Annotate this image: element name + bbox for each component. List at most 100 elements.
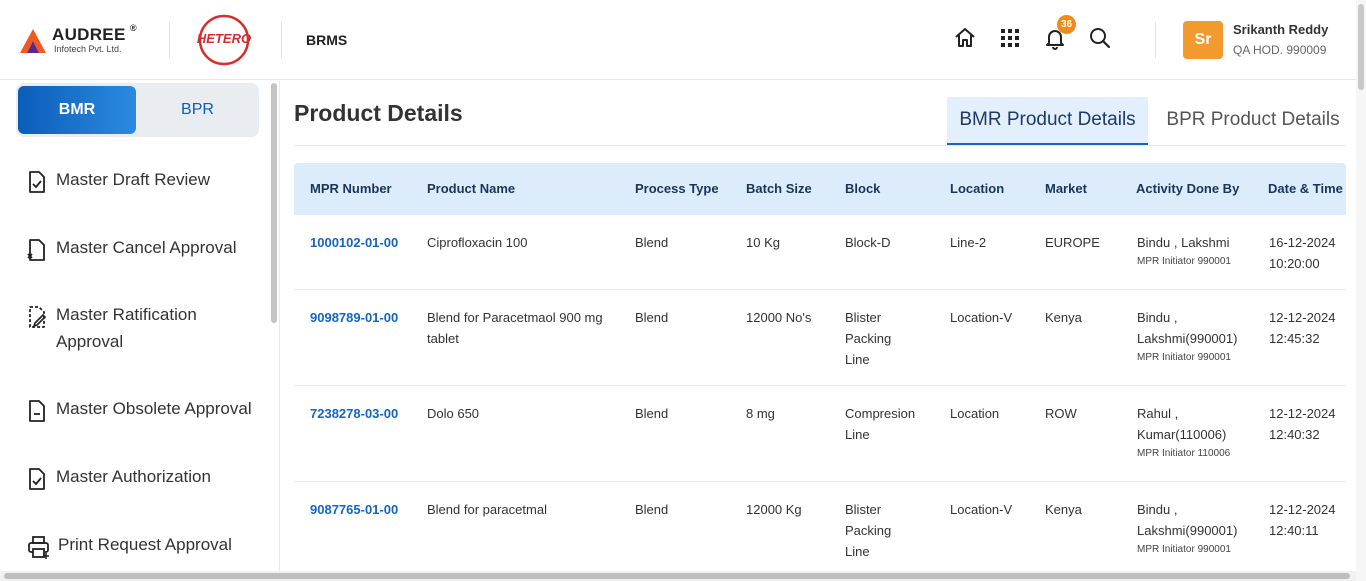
market: Kenya [1045,502,1082,517]
batch-size: 8 mg [746,406,775,421]
activity-done-by: Bindu , Lakshmi(990001) MPR Initiator 99… [1137,499,1247,559]
sidebar-item-label: Master Draft Review [56,170,210,189]
toggle-bmr[interactable]: BMR [18,86,136,134]
tab-bmr-product-details[interactable]: BMR Product Details [947,97,1148,146]
page-vertical-scrollbar[interactable] [1356,0,1366,581]
table-row[interactable]: 7238278-03-00 Dolo 650 Blend 8 mg Compre… [294,386,1346,482]
column-header[interactable]: Process Type [635,181,719,196]
doc-cancel-icon [27,239,45,261]
avatar[interactable]: Sr [1183,21,1223,59]
process-type: Blend [635,406,669,421]
page-title: Product Details [294,100,463,126]
search-icon[interactable] [1088,26,1112,50]
notification-badge: 36 [1057,15,1076,34]
market: Kenya [1045,310,1082,325]
mpr-number-link[interactable]: 1000102-01-00 [310,232,398,253]
doc-edit-icon [29,306,47,328]
bmr-bpr-toggle: BMR BPR [16,83,259,137]
location: Location-V [950,310,1013,325]
location: Location [950,406,1000,421]
tab-divider [294,145,1346,146]
audree-logo-icon [20,29,46,53]
header-divider [169,22,170,58]
activity-user: Bindu , Lakshmi [1137,235,1230,250]
user-role: QA HOD. 990009 [1233,43,1327,57]
batch-size: 12000 No's [746,310,812,325]
page-horizontal-scrollbar[interactable] [0,571,1356,581]
activity-role: MPR Initiator 110006 [1137,448,1231,459]
app-name: BRMS [306,32,348,48]
market: ROW [1045,406,1077,421]
sidebar: BMR BPR Master Draft Review Master Cance… [0,81,280,581]
date: 12-12-2024 [1269,406,1336,421]
time: 12:40:11 [1269,523,1319,538]
product-name: Dolo 650 [427,406,480,421]
mpr-number-link[interactable]: 9087765-01-00 [310,499,398,520]
location: Location-V [950,502,1013,517]
time: 10:20:00 [1269,256,1320,271]
process-type: Blend [635,235,669,250]
sidebar-item-label: Master Cancel Approval [56,238,237,257]
date: 12-12-2024 [1269,502,1336,517]
sidebar-scrollbar[interactable] [270,81,278,571]
activity-user: Bindu , Lakshmi(990001) [1137,310,1238,346]
column-header[interactable]: Date & Time [1268,181,1343,196]
date-time: 12-12-2024 12:40:11 [1269,499,1336,541]
product-name: Blend for Paracetmaol 900 mg tablet [427,310,603,346]
column-header[interactable]: Block [845,181,880,196]
header-divider [281,22,282,58]
date-time: 12-12-2024 12:40:32 [1269,403,1336,445]
sidebar-item-label: Print Request Approval [58,535,232,554]
block: Blister Packing Line [845,310,892,367]
time: 12:45:32 [1269,331,1320,346]
time: 12:40:32 [1269,427,1320,442]
market: EUROPE [1045,235,1100,250]
sidebar-item-label: Master Obsolete Approval [56,399,252,418]
brand-reg: ® [130,23,137,33]
activity-role: MPR Initiator 990001 [1137,256,1231,267]
home-icon[interactable] [953,26,977,50]
hetero-logo: HETERO [193,14,255,66]
header-divider [1155,22,1156,58]
column-header[interactable]: Batch Size [746,181,812,196]
apps-grid-icon[interactable] [998,26,1022,50]
column-header[interactable]: Activity Done By [1136,181,1239,196]
mpr-number-link[interactable]: 9098789-01-00 [310,307,398,328]
table-header: MPR Number Product Name Process Type Bat… [294,163,1346,215]
column-header[interactable]: MPR Number [310,181,392,196]
activity-user: Bindu , Lakshmi(990001) [1137,502,1238,538]
doc-check-icon [29,171,45,193]
block: Blister Packing Line [845,502,892,559]
activity-done-by: Rahul , Kumar(110006) MPR Initiator 1100… [1137,403,1247,463]
date: 12-12-2024 [1269,310,1336,325]
column-header[interactable]: Market [1045,181,1087,196]
date-time: 16-12-2024 10:20:00 [1269,232,1336,274]
batch-size: 10 Kg [746,235,780,250]
activity-role: MPR Initiator 990001 [1137,544,1231,555]
column-header[interactable]: Product Name [427,181,515,196]
product-name: Blend for paracetmal [427,502,547,517]
block: Block-D [845,235,891,250]
date-time: 12-12-2024 12:45:32 [1269,307,1336,349]
activity-done-by: Bindu , Lakshmi MPR Initiator 990001 [1137,232,1257,271]
date: 16-12-2024 [1269,235,1336,250]
block: Compresion Line [845,406,916,442]
table-row[interactable]: 1000102-01-00 Ciprofloxacin 100 Blend 10… [294,215,1346,290]
batch-size: 12000 Kg [746,502,802,517]
column-header[interactable]: Location [950,181,1004,196]
table-row[interactable]: 9087765-01-00 Blend for paracetmal Blend… [294,482,1346,578]
sidebar-item-label: Master Authorization [56,467,211,486]
brand-name: AUDREE [52,25,126,44]
doc-minus-icon [29,400,45,422]
process-type: Blend [635,502,669,517]
top-header: AUDREE ® Infotech Pvt. Ltd. HETERO BRMS … [0,0,1366,80]
toggle-bpr[interactable]: BPR [138,86,257,134]
process-type: Blend [635,310,669,325]
location: Line-2 [950,235,987,250]
tab-bpr-product-details[interactable]: BPR Product Details [1155,97,1351,146]
main-content: Product Details BMR Product Details BPR … [281,81,1356,578]
table-row[interactable]: 9098789-01-00 Blend for Paracetmaol 900 … [294,290,1346,386]
audree-logo[interactable]: AUDREE ® Infotech Pvt. Ltd. [20,23,150,57]
mpr-number-link[interactable]: 7238278-03-00 [310,403,398,424]
activity-done-by: Bindu , Lakshmi(990001) MPR Initiator 99… [1137,307,1247,367]
